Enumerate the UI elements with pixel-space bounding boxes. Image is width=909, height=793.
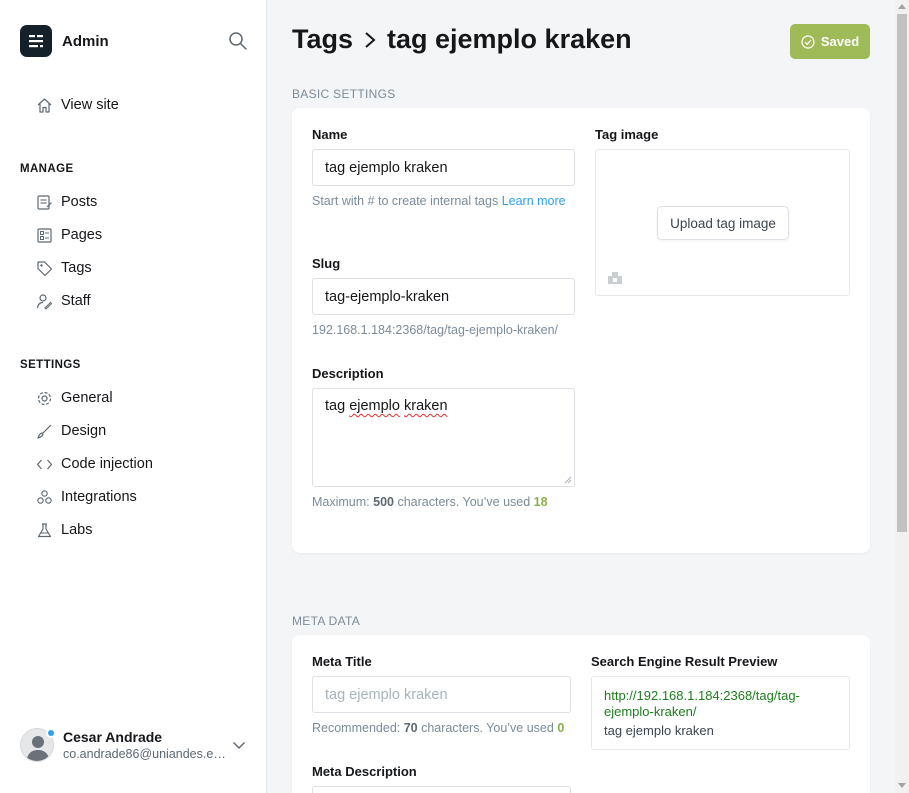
integrations-icon [35,488,53,506]
tag-image-dropzone[interactable]: Upload tag image [595,149,850,296]
search-icon[interactable] [228,31,248,51]
resize-handle-icon[interactable] [564,476,572,484]
user-menu[interactable]: Cesar Andrade co.andrade86@uniandes.edu.… [20,726,250,764]
slug-label: Slug [312,256,341,271]
check-circle-icon [801,34,815,49]
sidebar-item-integrations[interactable]: Integrations [35,485,137,509]
settings-heading: SETTINGS [20,359,81,371]
description-text: tag [325,398,350,414]
meta-title-help-text: Recommended: [312,721,404,735]
main-content: Tags tag ejemplo kraken Saved BASIC SETT… [268,0,895,793]
name-input[interactable]: tag ejemplo kraken [312,149,575,186]
sidebar-item-label: Staff [61,293,91,309]
description-text: ejemplo [349,398,400,414]
sidebar-item-code-injection[interactable]: Code injection [35,452,153,476]
meta-description-input[interactable] [312,786,571,793]
name-help: Start with # to create internal tags Lea… [312,191,575,211]
meta-title-input[interactable]: tag ejemplo kraken [312,676,571,713]
meta-data-card: Meta Title tag ejemplo kraken Recommende… [292,635,870,793]
ghost-logo-icon [20,25,52,57]
saved-button[interactable]: Saved [790,24,870,59]
sidebar-item-view-site[interactable]: View site [35,93,119,117]
page-title: tag ejemplo kraken [387,24,632,54]
serp-url: http://192.168.1.184:2368/tag/tag-ejempl… [604,688,800,719]
tag-icon [35,259,53,277]
user-email: co.andrade86@uniandes.edu.co [63,747,228,761]
chevron-down-icon[interactable] [232,738,246,752]
meta-description-label: Meta Description [312,764,417,779]
posts-icon [35,193,53,211]
page-scrollbar[interactable] [895,0,909,793]
sidebar-item-label: Code injection [61,456,153,472]
meta-title-recommended-count: 70 [403,721,418,735]
meta-title-help-text: characters. You’ve used [417,721,558,735]
breadcrumb-tags-link[interactable]: Tags [292,24,353,55]
scroll-up-arrow-icon[interactable] [898,4,906,9]
meta-title-label: Meta Title [312,654,372,669]
sidebar-item-general[interactable]: General [35,386,113,410]
description-textarea[interactable]: tag ejemplo kraken [312,388,575,487]
brand-name: Admin [62,32,109,50]
basic-settings-heading: BASIC SETTINGS [292,87,396,101]
chevron-right-icon [363,30,377,50]
meta-data-heading: META DATA [292,614,361,628]
description-help: Maximum: 500 characters. You’ve used 18 [312,492,548,512]
meta-title-help: Recommended: 70 characters. You’ve used … [312,718,564,738]
sidebar-item-label: Design [61,423,107,439]
learn-more-link[interactable]: Learn more [502,194,566,208]
home-icon [35,96,53,114]
description-max-count: 500 [373,495,394,509]
sidebar-item-label: General [61,390,113,406]
sidebar-item-label: Integrations [61,489,137,505]
description-help-text: Maximum: [312,495,374,509]
brand[interactable]: Admin [20,25,109,57]
sidebar-item-label: Pages [61,227,103,243]
sidebar: Admin View site MANAGE Posts Pages Tags … [0,0,267,793]
user-info: Cesar Andrade co.andrade86@uniandes.edu.… [63,729,228,761]
sidebar-item-label: Tags [61,260,92,276]
code-icon [35,455,53,473]
user-name: Cesar Andrade [63,729,163,745]
saved-label: Saved [820,34,860,49]
description-help-text: characters. You’ve used [393,495,534,509]
sidebar-item-tags[interactable]: Tags [35,256,92,280]
brush-icon [35,422,53,440]
notification-dot [46,728,56,738]
description-text: kraken [404,398,448,414]
pages-icon [35,226,53,244]
serp-preview-label: Search Engine Result Preview [591,654,778,669]
basic-settings-card: Name tag ejemplo kraken Start with # to … [292,108,870,553]
tag-image-label: Tag image [595,127,659,142]
flask-icon [35,521,53,539]
gear-icon [35,389,53,407]
sidebar-item-label: View site [61,97,119,113]
description-label: Description [312,366,384,381]
image-placeholder-icon [608,270,622,289]
upload-tag-image-button[interactable]: Upload tag image [657,206,789,240]
slug-url: 192.168.1.184:2368/tag/tag-ejemplo-krake… [312,323,559,337]
sidebar-item-labs[interactable]: Labs [35,518,92,542]
sidebar-item-design[interactable]: Design [35,419,106,443]
breadcrumb: Tags tag ejemplo kraken [292,24,632,55]
slug-input[interactable]: tag-ejemplo-kraken [312,278,575,315]
manage-heading: MANAGE [20,163,74,175]
scroll-down-arrow-icon[interactable] [898,783,906,788]
name-label: Name [312,127,348,142]
scroll-thumb[interactable] [897,14,907,532]
sidebar-item-staff[interactable]: Staff [35,289,91,313]
serp-title: tag ejemplo kraken [604,723,714,738]
avatar-wrap [20,728,56,762]
description-used-count: 18 [533,495,548,509]
meta-title-used-count: 0 [557,721,565,735]
serp-preview: http://192.168.1.184:2368/tag/tag-ejempl… [591,676,850,750]
sidebar-item-label: Posts [61,194,98,210]
sidebar-item-pages[interactable]: Pages [35,223,102,247]
staff-icon [35,292,53,310]
sidebar-item-label: Labs [61,522,93,538]
sidebar-item-posts[interactable]: Posts [35,190,97,214]
name-help-text: Start with # to create internal tags [312,194,502,208]
